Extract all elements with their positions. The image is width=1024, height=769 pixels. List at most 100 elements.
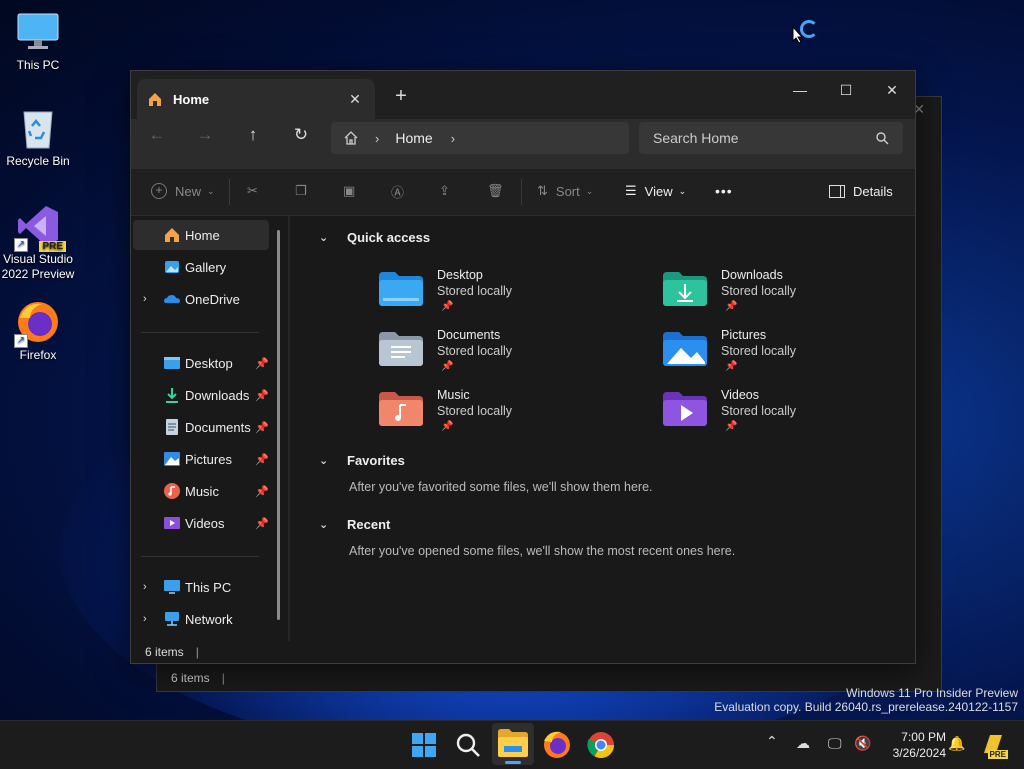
refresh-icon[interactable]: ↻ [287,122,315,148]
cut-icon[interactable]: ✂ [247,179,258,203]
sidebar-item-label: Desktop [185,355,233,371]
nav-scrollbar[interactable] [277,230,280,620]
sidebar-item-gallery[interactable]: Gallery [133,252,269,282]
pin-icon[interactable]: 📌 [255,485,269,498]
mouse-cursor-icon [792,26,804,44]
pin-icon[interactable]: 📌 [255,421,269,434]
quick-access-item-documents[interactable]: Documents Stored locally 📌 [379,328,629,388]
rename-icon[interactable]: Ⓐ [391,179,404,203]
title-bar[interactable]: Home ✕ + — ☐ ✕ [131,71,915,119]
sidebar-item-network[interactable]: › Network [133,604,269,634]
sidebar-item-desktop[interactable]: Desktop 📌 [133,348,269,378]
chevron-right-icon[interactable]: › [143,613,147,625]
volume-muted-icon[interactable]: 🔇 [854,735,871,752]
clock[interactable]: 7:00 PM 3/26/2024 [893,729,946,761]
file-explorer-window[interactable]: Home ✕ + — ☐ ✕ ← → ↑ ↻ › Home › Search H… [130,70,916,664]
forward-arrow-icon[interactable]: → [191,122,219,148]
sidebar-item-this-pc[interactable]: › This PC [133,572,269,602]
pin-icon[interactable]: 📌 [255,517,269,530]
sort-button[interactable]: ⇅ Sort ⌄ [537,179,593,203]
sidebar-item-downloads[interactable]: Downloads 📌 [133,380,269,410]
desktop-icon-firefox[interactable]: ↗ Firefox [0,300,76,363]
firefox-icon[interactable] [541,729,573,761]
sidebar-item-documents[interactable]: Documents 📌 [133,412,269,442]
quick-access-item-pictures[interactable]: Pictures Stored locally 📌 [663,328,913,388]
tab-home[interactable]: Home ✕ [137,79,375,119]
downloads-folder-icon [663,272,707,306]
minimize-button[interactable]: — [777,75,823,105]
chevron-down-icon[interactable]: ⌄ [319,454,335,467]
chevron-right-icon[interactable]: › [143,581,147,593]
delete-icon[interactable]: 🗑 [487,179,504,203]
quick-access-item-music[interactable]: Music Stored locally 📌 [379,388,629,448]
desktop-icon-label: Recycle Bin [6,154,70,168]
network-icon [165,612,179,626]
address-bar[interactable]: › Home › [331,122,629,154]
home-icon [149,93,161,106]
notification-bell-icon[interactable]: 🔔 [948,735,965,752]
start-button-windows-icon[interactable] [408,729,440,761]
more-options-button[interactable]: ••• [715,179,733,203]
cloud-off-icon[interactable]: ☁ [796,735,810,752]
maximize-button[interactable]: ☐ [823,75,869,105]
view-button[interactable]: ☰ View ⌄ [625,179,686,203]
item-name: Music [437,388,470,402]
sidebar-item-onedrive[interactable]: › OneDrive [133,284,269,314]
breadcrumb-home[interactable]: Home [395,130,432,146]
sidebar-item-home[interactable]: Home [133,220,269,250]
network-monitor-icon[interactable]: 🖵 [828,735,842,752]
visual-studio-icon: PRE ↗ [14,204,66,252]
section-recent[interactable]: ⌄ Recent [319,517,390,532]
chevron-down-icon: ⌄ [207,185,215,196]
desktop-folder-icon [379,272,423,306]
paste-icon[interactable]: ▣ [343,179,355,203]
pin-icon[interactable]: 📌 [255,357,269,370]
details-label: Details [853,183,893,199]
chevron-down-icon[interactable]: ⌄ [319,518,335,531]
pane-splitter[interactable] [288,216,290,641]
sidebar-item-videos[interactable]: Videos 📌 [133,508,269,538]
insider-badge-icon[interactable]: PRE [980,731,1008,759]
search-icon[interactable] [452,729,484,761]
chevron-down-icon[interactable]: ⌄ [319,231,335,244]
quick-access-item-desktop[interactable]: Desktop Stored locally 📌 [379,268,629,328]
watermark-line: Windows 11 Pro Insider Preview [846,686,1018,700]
details-button[interactable]: Details [829,179,893,203]
quick-access-item-downloads[interactable]: Downloads Stored locally 📌 [663,268,913,328]
new-tab-button[interactable]: + [389,85,413,108]
taskbar-app-file-explorer-active[interactable] [492,723,534,765]
search-input[interactable]: Search Home [653,130,875,146]
section-quick-access[interactable]: ⌄ Quick access [319,230,430,245]
quick-access-item-videos[interactable]: Videos Stored locally 📌 [663,388,913,448]
monitor-icon [16,10,60,54]
copy-icon[interactable]: ❐ [295,179,307,203]
chevron-right-icon[interactable]: › [451,131,455,146]
sidebar-item-pictures[interactable]: Pictures 📌 [133,444,269,474]
section-favorites[interactable]: ⌄ Favorites [319,453,405,468]
close-button[interactable]: ✕ [869,75,915,105]
item-name: Pictures [721,328,767,342]
close-tab-icon[interactable]: ✕ [343,91,367,108]
up-arrow-icon[interactable]: ↑ [239,122,267,148]
sidebar-item-label: This PC [185,579,232,595]
sidebar-item-music[interactable]: Music 📌 [133,476,269,506]
new-button[interactable]: + New ⌄ [151,179,215,203]
back-arrow-icon[interactable]: ← [143,122,171,148]
sidebar-item-label: OneDrive [185,291,240,307]
plus-circle-icon: + [151,183,167,199]
pin-icon[interactable]: 📌 [255,453,269,466]
watermark-line: Evaluation copy. Build 26040.rs_prerelea… [714,700,1018,714]
chevron-right-icon[interactable]: › [143,293,147,305]
chevron-up-icon[interactable]: ⌃ [766,733,778,750]
chrome-icon[interactable] [585,729,617,761]
desktop-icon-visual-studio[interactable]: PRE ↗ Visual Studio 2022 Preview [0,204,76,282]
pin-icon[interactable]: 📌 [255,389,269,402]
status-item-count: 6 items | [171,671,225,685]
desktop-icon-recycle-bin[interactable]: Recycle Bin [0,106,76,169]
active-indicator [505,761,521,764]
item-name: Downloads [721,268,783,282]
search-box[interactable]: Search Home [639,122,903,154]
desktop-icon-this-pc[interactable]: This PC [0,10,76,73]
share-icon[interactable]: ⇪ [439,179,450,203]
pin-icon: 📌 [725,421,738,432]
